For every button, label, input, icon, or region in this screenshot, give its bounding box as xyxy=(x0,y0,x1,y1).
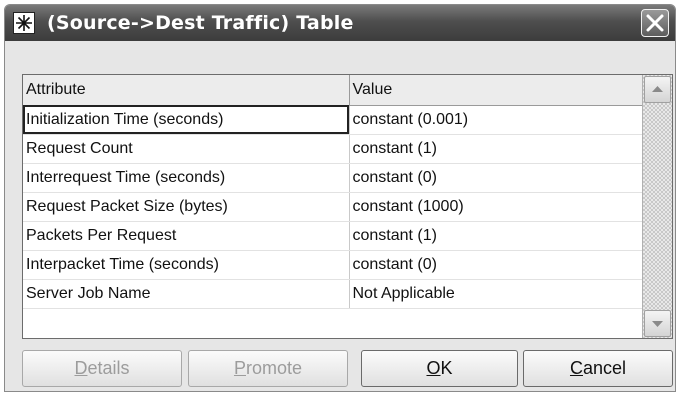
value-cell[interactable]: constant (0.001) xyxy=(349,105,643,135)
title-bar[interactable]: (Source->Dest Traffic) Table xyxy=(5,5,675,41)
scroll-up-arrow-icon xyxy=(652,86,663,92)
details-button[interactable]: Details xyxy=(22,350,182,387)
cancel-mnemonic: C xyxy=(569,358,583,378)
attribute-table: Attribute Value Initialization Time (sec… xyxy=(23,75,643,309)
promote-mnemonic: P xyxy=(233,358,246,378)
scroll-down-arrow-icon xyxy=(652,321,663,327)
column-header-value[interactable]: Value xyxy=(349,75,643,106)
attribute-cell[interactable]: Request Packet Size (bytes) xyxy=(23,192,350,222)
attribute-cell[interactable]: Server Job Name xyxy=(23,279,350,309)
attribute-cell[interactable]: Interrequest Time (seconds) xyxy=(23,163,350,193)
window-title: (Source->Dest Traffic) Table xyxy=(47,12,354,34)
value-cell[interactable]: constant (0) xyxy=(349,250,643,280)
close-icon xyxy=(646,14,664,32)
attribute-table-panel: Attribute Value Initialization Time (sec… xyxy=(22,74,673,339)
table-row[interactable]: Packets Per Request constant (1) xyxy=(23,221,643,251)
table-header-row: Attribute Value xyxy=(23,75,643,106)
cancel-label: ancel xyxy=(582,358,627,378)
details-label: etails xyxy=(87,358,130,378)
value-cell[interactable]: constant (1000) xyxy=(349,192,643,222)
value-cell[interactable]: constant (1) xyxy=(349,221,643,251)
ok-button[interactable]: OK xyxy=(361,350,518,387)
star-burst-icon xyxy=(13,12,35,34)
attribute-cell[interactable]: Packets Per Request xyxy=(23,221,350,251)
dialog-window: (Source->Dest Traffic) Table Attribute V… xyxy=(4,4,676,392)
value-cell[interactable]: Not Applicable xyxy=(349,279,643,309)
ok-label: K xyxy=(440,358,453,378)
vertical-scrollbar[interactable] xyxy=(642,75,672,338)
value-cell[interactable]: constant (1) xyxy=(349,134,643,164)
value-cell[interactable]: constant (0) xyxy=(349,163,643,193)
scroll-down-button[interactable] xyxy=(644,310,671,337)
table-row[interactable]: Interrequest Time (seconds) constant (0) xyxy=(23,163,643,193)
promote-button[interactable]: Promote xyxy=(188,350,348,387)
details-mnemonic: D xyxy=(74,358,88,378)
attribute-cell[interactable]: Initialization Time (seconds) xyxy=(23,105,350,135)
table-row[interactable]: Request Packet Size (bytes) constant (10… xyxy=(23,192,643,222)
column-header-attribute[interactable]: Attribute xyxy=(23,75,350,106)
scroll-up-button[interactable] xyxy=(644,76,671,103)
table-row[interactable]: Server Job Name Not Applicable xyxy=(23,279,643,309)
table-row[interactable]: Request Count constant (1) xyxy=(23,134,643,164)
promote-label: romote xyxy=(245,358,303,378)
ok-mnemonic: O xyxy=(426,358,441,378)
table-row[interactable]: Interpacket Time (seconds) constant (0) xyxy=(23,250,643,280)
cancel-button[interactable]: Cancel xyxy=(523,350,673,387)
attribute-cell[interactable]: Interpacket Time (seconds) xyxy=(23,250,350,280)
close-button[interactable] xyxy=(641,9,669,37)
attribute-cell[interactable]: Request Count xyxy=(23,134,350,164)
table-row[interactable]: Initialization Time (seconds) constant (… xyxy=(23,105,643,135)
